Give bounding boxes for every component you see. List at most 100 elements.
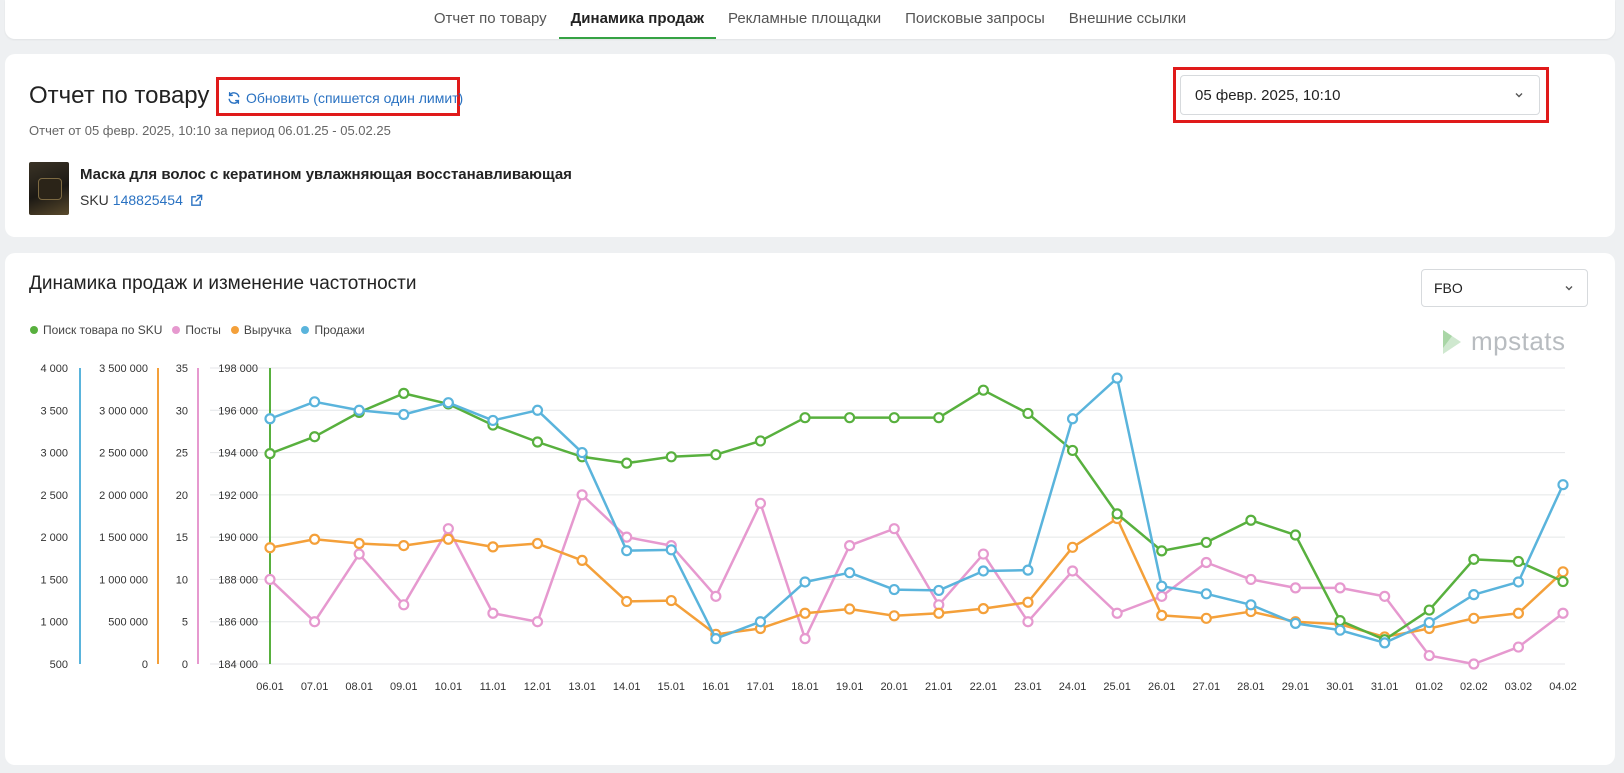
tab-ad-platforms[interactable]: Рекламные площадки <box>716 0 893 39</box>
axis-tick-label-posts: 35 <box>176 363 188 375</box>
data-point-sales <box>1066 413 1079 425</box>
data-point-sales <box>1334 624 1346 636</box>
x-tick-label: 10.01 <box>435 681 463 693</box>
axis-tick-label-revenue: 0 <box>142 659 148 671</box>
data-point-revenue <box>1200 612 1212 624</box>
data-point-sales <box>1379 637 1391 649</box>
data-point-posts <box>621 531 633 543</box>
data-point-sales <box>1245 599 1257 611</box>
data-point-revenue <box>442 533 454 545</box>
data-point-search <box>621 457 633 469</box>
data-point-sales <box>1557 479 1569 491</box>
data-point-sales <box>1200 588 1212 600</box>
tabs-card: Отчет по товару Динамика продаж Рекламны… <box>5 0 1615 39</box>
data-point-sales <box>1289 617 1302 630</box>
data-point-revenue <box>487 541 499 553</box>
data-point-revenue <box>1512 607 1525 619</box>
data-point-posts <box>710 590 722 602</box>
data-point-revenue <box>977 603 989 615</box>
x-tick-label: 08.01 <box>345 681 373 693</box>
x-tick-label: 09.01 <box>390 681 418 693</box>
data-point-posts <box>1379 590 1391 602</box>
refresh-icon <box>228 92 240 104</box>
axis-tick-label-posts: 15 <box>176 532 188 544</box>
data-point-sales <box>576 446 588 459</box>
data-point-posts <box>1111 607 1123 619</box>
axis-tick-label-revenue: 1 000 000 <box>99 574 148 586</box>
report-date-select[interactable]: 05 февр. 2025, 10:10 <box>1180 75 1540 115</box>
axis-tick-label-revenue: 1 500 000 <box>99 532 148 544</box>
data-point-search <box>977 384 989 396</box>
data-point-posts <box>531 616 544 628</box>
tab-external-links[interactable]: Внешние ссылки <box>1057 0 1198 39</box>
data-point-sales <box>353 404 365 416</box>
data-point-revenue <box>308 533 321 545</box>
axis-tick-label-revenue: 500 000 <box>108 617 148 629</box>
axis-tick-label-sales: 1 500 <box>40 574 68 586</box>
data-point-posts <box>1423 649 1435 662</box>
data-point-search <box>1512 555 1525 568</box>
data-point-revenue <box>888 610 900 622</box>
data-point-posts <box>576 489 588 501</box>
data-point-posts <box>308 616 321 628</box>
tab-search-queries[interactable]: Поисковые запросы <box>893 0 1057 39</box>
data-point-posts <box>1557 607 1569 619</box>
sku-link[interactable]: 148825454 <box>113 192 183 208</box>
axis-tick-label-search: 192 000 <box>218 490 258 502</box>
data-point-posts <box>977 548 989 560</box>
axis-tick-label-sales: 4 000 <box>40 363 68 375</box>
data-point-sales <box>888 583 900 596</box>
data-point-sales <box>487 414 499 427</box>
data-point-sales <box>531 404 544 416</box>
axis-tick-label-sales: 2 000 <box>40 532 68 544</box>
x-tick-label: 30.01 <box>1326 681 1354 693</box>
series-line-search <box>269 388 1564 641</box>
tab-sales-dynamics[interactable]: Динамика продаж <box>558 0 717 39</box>
data-point-revenue <box>844 603 856 615</box>
data-point-posts <box>398 599 410 611</box>
axis-tick-label-posts: 5 <box>182 617 188 629</box>
data-point-posts <box>264 573 276 586</box>
data-point-sales <box>754 616 767 628</box>
data-point-sales <box>933 584 945 597</box>
axis-tick-label-search: 186 000 <box>218 617 258 629</box>
data-point-search <box>1156 545 1168 557</box>
data-point-revenue <box>1022 596 1034 608</box>
refresh-button[interactable]: Обновить (спишется один лимит) <box>227 90 463 106</box>
external-link-icon[interactable] <box>190 194 203 207</box>
report-card: Отчет по товару Обновить (спишется один … <box>5 54 1615 237</box>
axis-tick-label-search: 190 000 <box>218 532 258 544</box>
product-thumbnail[interactable] <box>29 162 69 215</box>
axis-tick-label-posts: 10 <box>176 574 188 586</box>
data-point-search <box>308 431 321 443</box>
product-name: Маска для волос с кератином увлажняющая … <box>80 166 572 183</box>
data-point-sales <box>1022 564 1034 576</box>
axis-tick-label-revenue: 2 000 000 <box>99 490 148 502</box>
data-point-revenue <box>1156 609 1168 621</box>
data-point-posts <box>754 497 767 509</box>
x-tick-label: 01.02 <box>1415 681 1443 693</box>
tab-product-report[interactable]: Отчет по товару <box>422 0 559 39</box>
data-point-search <box>799 412 811 424</box>
data-point-sales <box>710 633 722 645</box>
data-point-search <box>398 387 410 399</box>
data-point-search <box>1200 536 1212 549</box>
data-point-search <box>1468 553 1480 565</box>
data-point-revenue <box>1066 541 1079 553</box>
x-tick-label: 19.01 <box>836 681 864 693</box>
axis-tick-label-sales: 1 000 <box>40 617 68 629</box>
data-point-search <box>531 436 544 448</box>
refresh-label: Обновить (спишется один лимит) <box>246 90 464 106</box>
data-point-revenue <box>665 594 677 607</box>
x-tick-label: 21.01 <box>925 681 953 693</box>
x-tick-label: 12.01 <box>524 681 552 693</box>
data-point-sales <box>799 576 811 588</box>
x-tick-label: 14.01 <box>613 681 641 693</box>
data-point-sales <box>621 545 633 557</box>
data-point-sales <box>1423 616 1435 629</box>
x-tick-label: 04.02 <box>1549 681 1577 693</box>
x-tick-label: 02.02 <box>1460 681 1488 693</box>
data-point-sales <box>1512 576 1525 588</box>
data-point-search <box>710 449 722 461</box>
data-point-revenue <box>398 540 410 552</box>
